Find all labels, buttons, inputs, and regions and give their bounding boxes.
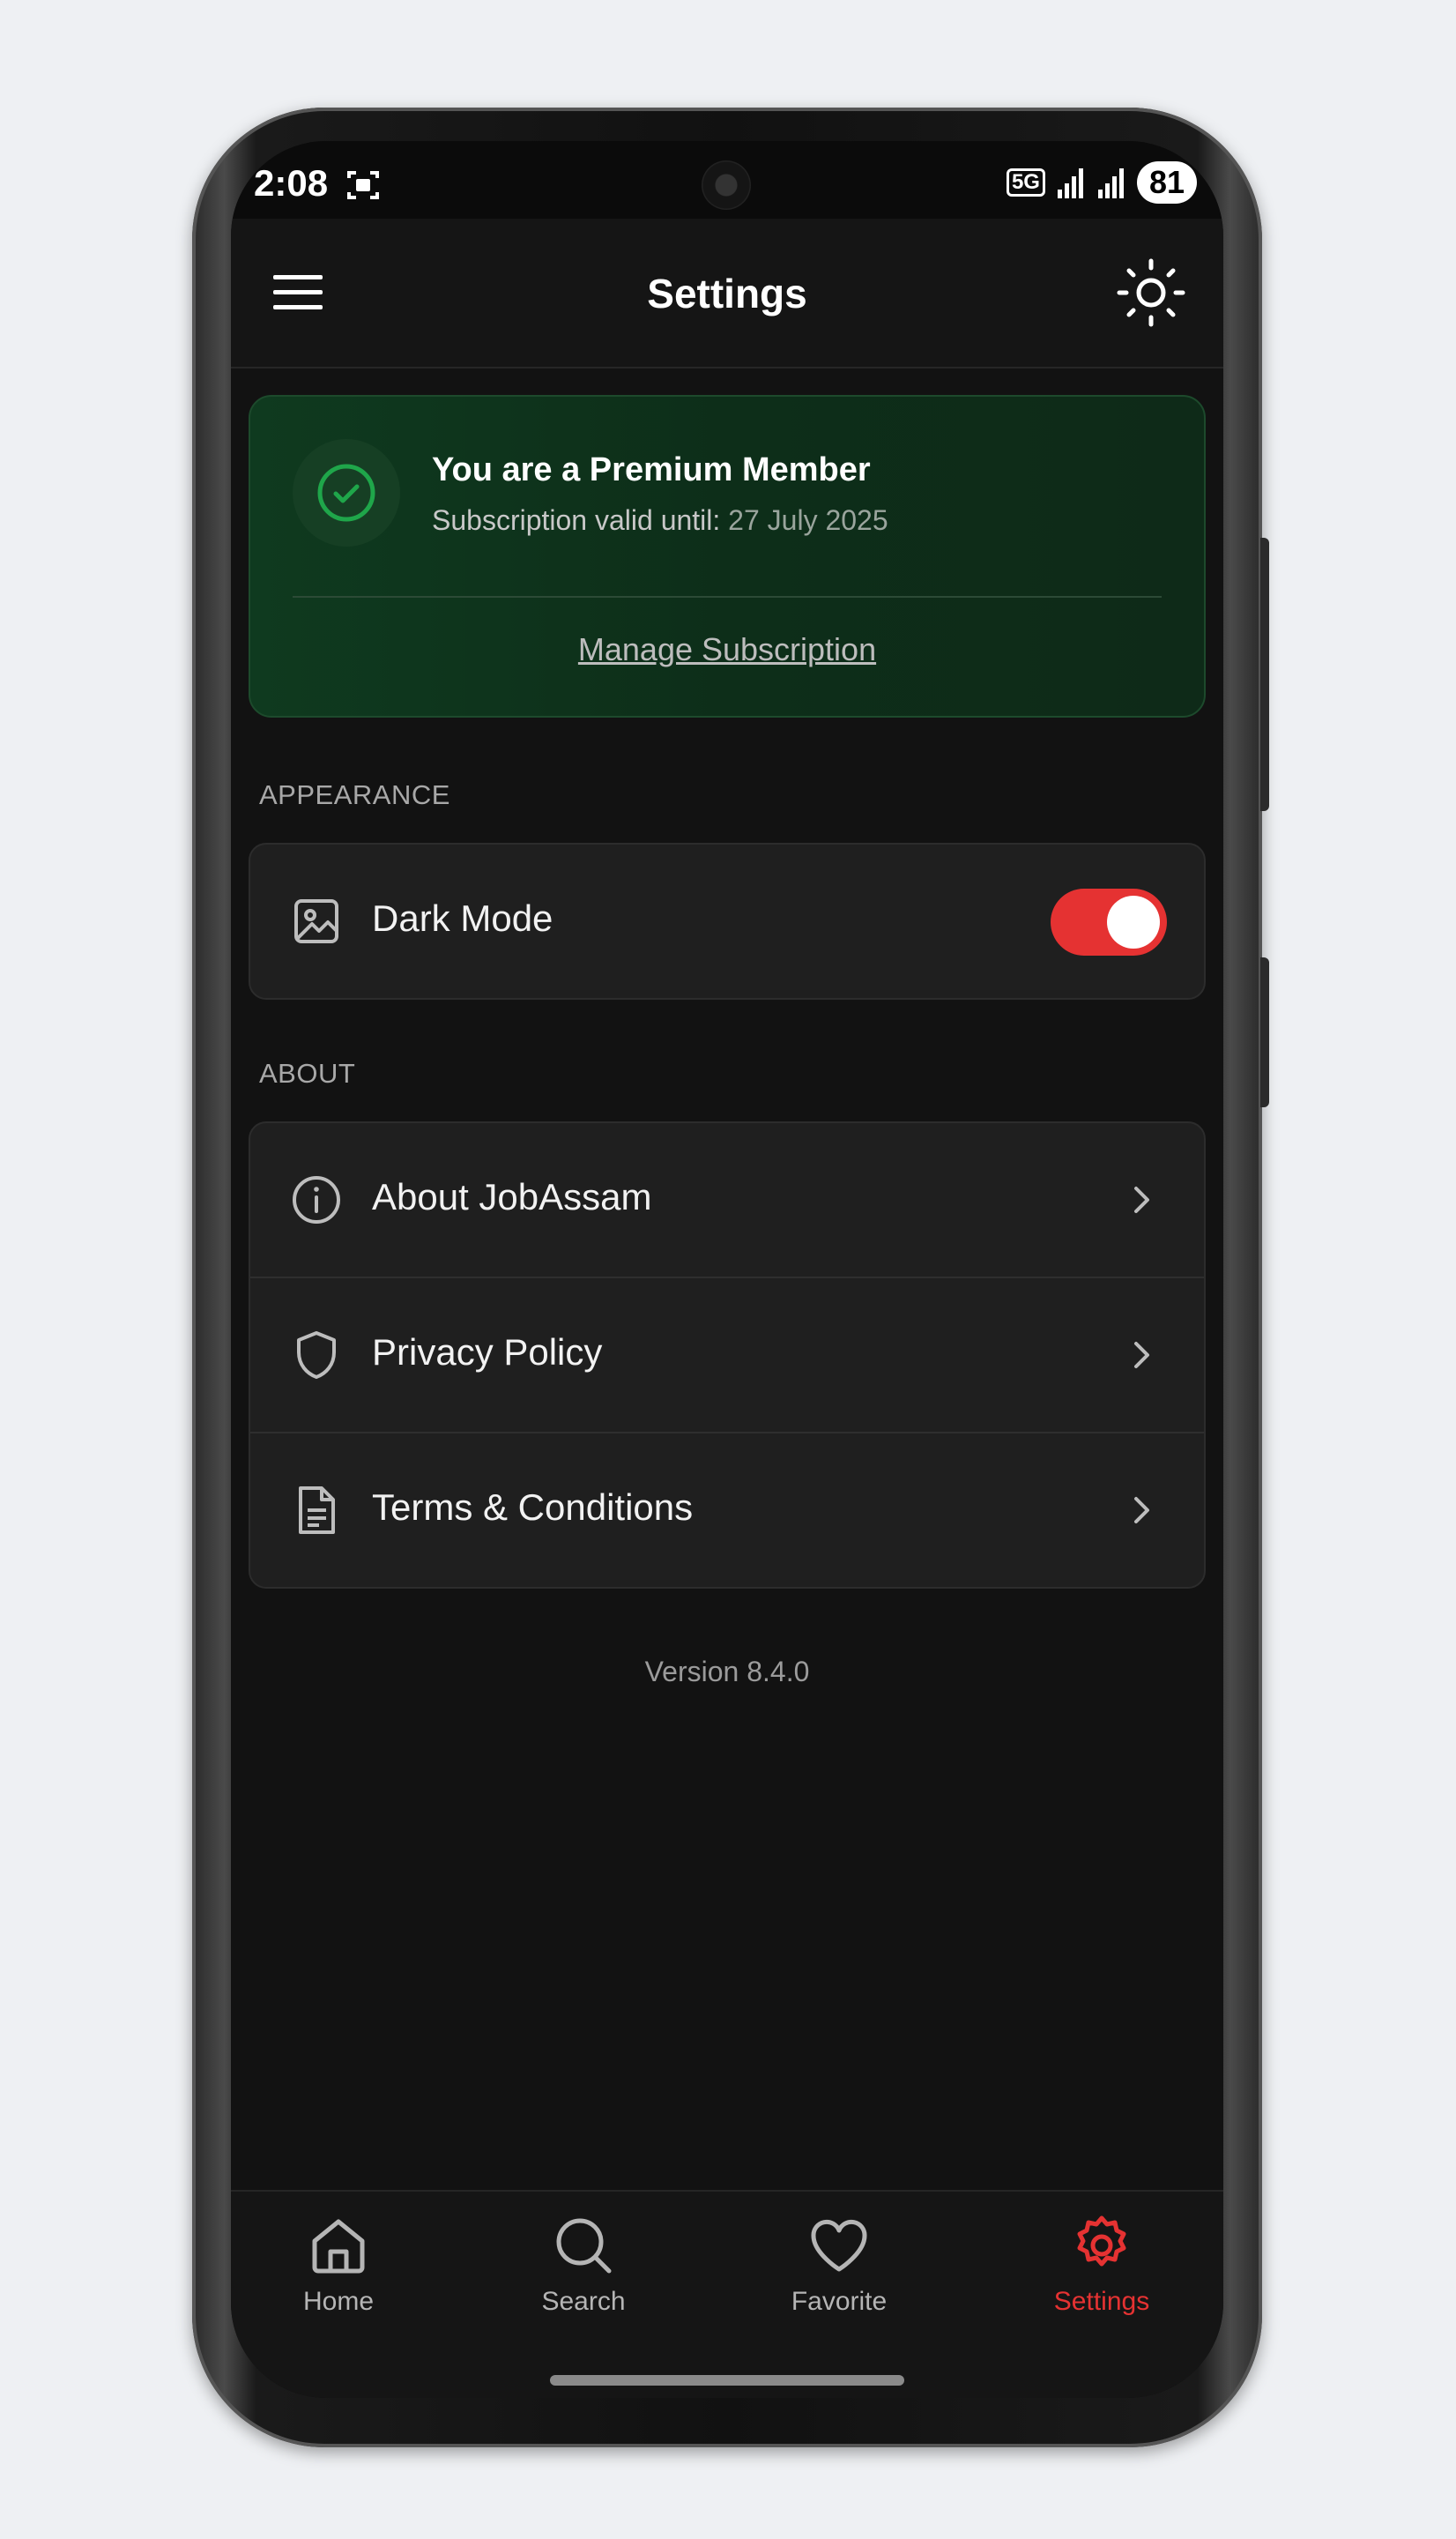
nav-favorite[interactable]: Favorite	[751, 2211, 927, 2317]
premium-title: You are a Premium Member	[432, 451, 871, 488]
battery-indicator: 81	[1136, 161, 1197, 204]
manage-subscription-link[interactable]: Manage Subscription	[250, 631, 1204, 668]
network-5g-icon: 5G	[1006, 168, 1045, 197]
chevron-right-icon	[1134, 1342, 1149, 1368]
chevron-right-icon	[1134, 1187, 1149, 1213]
subscription-date: 27 July 2025	[728, 504, 888, 536]
about-section-label: ABOUT	[259, 1058, 356, 1089]
nav-home[interactable]: Home	[250, 2211, 427, 2317]
volume-button	[1260, 538, 1269, 811]
dark-mode-row[interactable]: Dark Mode	[250, 845, 1204, 998]
sun-icon[interactable]	[1112, 254, 1190, 331]
premium-card: You are a Premium Member Subscription va…	[249, 395, 1206, 718]
nav-search[interactable]: Search	[495, 2211, 672, 2317]
divider	[293, 596, 1162, 598]
privacy-policy-label: Privacy Policy	[372, 1331, 603, 1373]
nav-settings-label: Settings	[1053, 2287, 1150, 2316]
app-version: Version 8.4.0	[644, 1656, 810, 1687]
image-icon	[294, 899, 338, 943]
status-icons: 5G 81	[1006, 160, 1197, 205]
screenshot-icon	[347, 171, 379, 199]
app-bar: Settings	[231, 219, 1223, 369]
document-icon	[299, 1486, 335, 1534]
shield-icon	[297, 1331, 336, 1379]
signal-icon	[1057, 168, 1083, 198]
nav-favorite-label: Favorite	[791, 2287, 888, 2316]
about-jobassam-row[interactable]: About JobAssam	[250, 1123, 1204, 1277]
screen: 2:08 5G 81 Settings You are a Premium Me…	[231, 141, 1223, 2398]
front-camera	[702, 160, 751, 210]
appearance-card: Dark Mode	[249, 843, 1206, 1000]
status-time: 2:08	[254, 162, 329, 204]
terms-conditions-row[interactable]: Terms & Conditions	[250, 1432, 1204, 1587]
dark-mode-label: Dark Mode	[372, 897, 553, 939]
home-icon	[312, 2219, 365, 2274]
dark-mode-toggle[interactable]	[1051, 889, 1167, 956]
nav-settings[interactable]: Settings	[1014, 2211, 1190, 2317]
signal-icon-2	[1097, 168, 1124, 198]
check-circle-icon	[317, 464, 375, 522]
toggle-knob	[1107, 896, 1160, 949]
chevron-right-icon	[1134, 1497, 1149, 1523]
about-jobassam-label: About JobAssam	[372, 1176, 652, 1217]
nav-search-label: Search	[541, 2287, 626, 2316]
info-icon	[293, 1176, 340, 1224]
search-icon	[556, 2218, 612, 2274]
bottom-navigation: Home Search Favorite Settings	[231, 2190, 1223, 2398]
privacy-policy-row[interactable]: Privacy Policy	[250, 1277, 1204, 1432]
power-button	[1260, 957, 1269, 1107]
premium-badge	[293, 439, 400, 547]
terms-conditions-label: Terms & Conditions	[372, 1486, 694, 1528]
subscription-label: Subscription valid until:	[432, 504, 721, 536]
gear-icon	[1077, 2215, 1126, 2267]
heart-icon	[811, 2219, 867, 2272]
subscription-info: Subscription valid until: 27 July 2025	[432, 504, 888, 537]
appearance-section-label: APPEARANCE	[259, 779, 450, 810]
home-indicator[interactable]	[550, 2375, 904, 2386]
status-bar: 2:08 5G 81	[231, 141, 1223, 219]
about-card: About JobAssam Privacy Policy Terms & Co	[249, 1121, 1206, 1589]
page-title: Settings	[647, 271, 807, 316]
nav-home-label: Home	[302, 2287, 375, 2316]
